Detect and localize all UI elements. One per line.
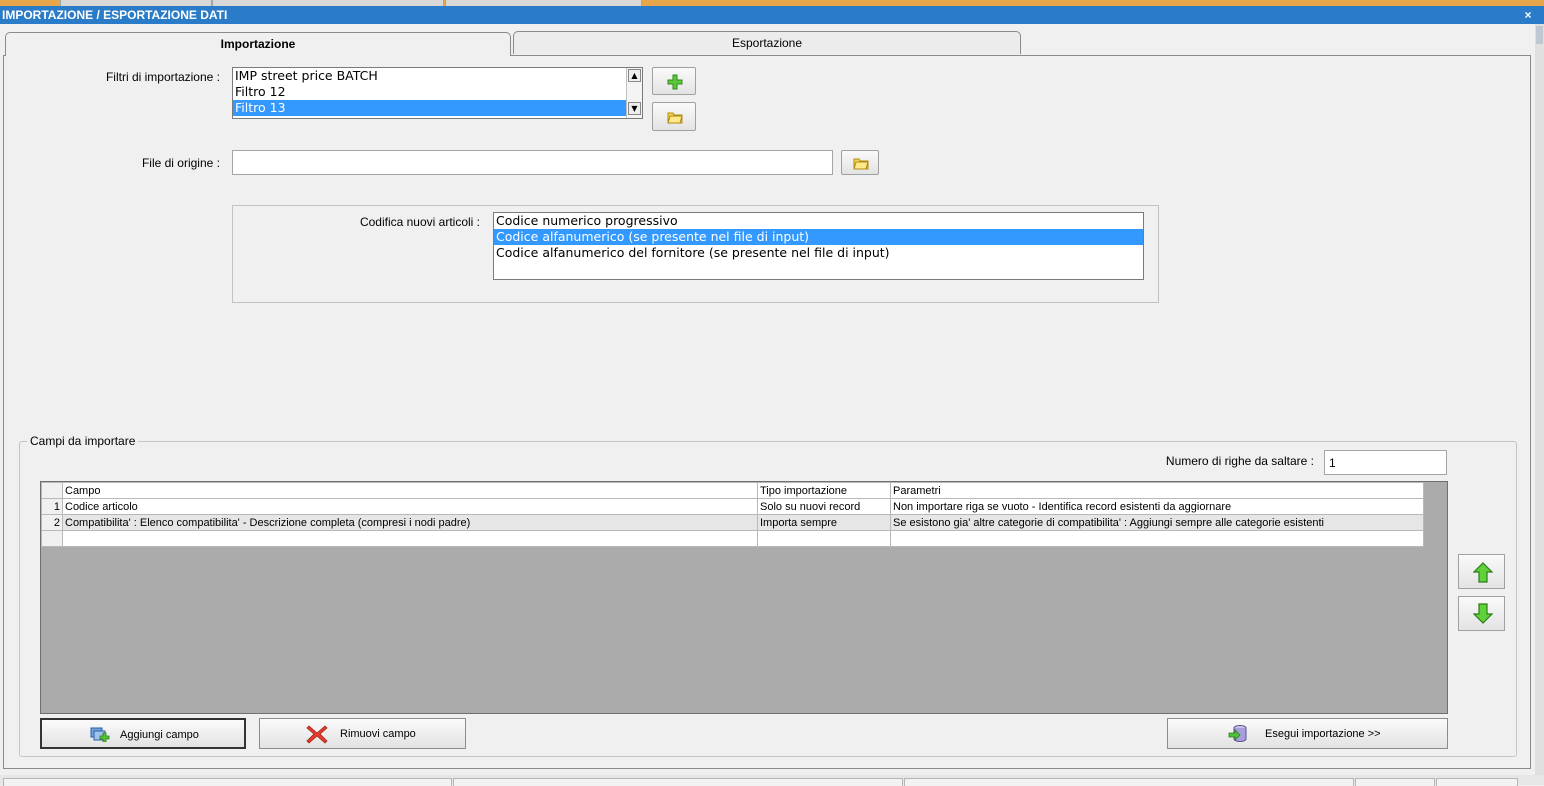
scroll-up-icon[interactable]: ▲ xyxy=(628,69,641,82)
fields-group-legend: Campi da importare xyxy=(27,434,139,448)
close-icon[interactable]: × xyxy=(1522,6,1534,24)
cell-tipo[interactable] xyxy=(757,530,891,547)
source-file-input[interactable] xyxy=(232,150,833,175)
arrow-down-icon xyxy=(1473,603,1493,624)
column-header-parametri[interactable]: Parametri xyxy=(890,482,1424,499)
run-import-label: Esegui importazione >> xyxy=(1265,728,1381,740)
row-number: 2 xyxy=(41,514,63,531)
column-header-tipo[interactable]: Tipo importazione xyxy=(757,482,891,499)
column-header-campo[interactable]: Campo xyxy=(62,482,758,499)
table-header-row: Campo Tipo importazione Parametri xyxy=(41,482,1424,499)
list-item-selected[interactable]: Filtro 13 xyxy=(233,100,626,116)
table-row[interactable]: 1 Codice articolo Solo su nuovi record N… xyxy=(41,498,1424,515)
add-field-button[interactable]: Aggiungi campo xyxy=(40,718,246,749)
cell-campo[interactable] xyxy=(62,530,758,547)
move-down-button[interactable] xyxy=(1458,596,1505,631)
cell-campo[interactable]: Codice articolo xyxy=(62,498,758,515)
outer-scrollbar[interactable] xyxy=(1535,24,1544,785)
list-item[interactable]: Codice numerico progressivo xyxy=(494,213,1143,229)
remove-x-icon xyxy=(306,725,328,744)
database-import-icon xyxy=(1228,725,1247,743)
fields-grid[interactable]: Campo Tipo importazione Parametri 1 Codi… xyxy=(40,481,1448,714)
run-import-button[interactable]: Esegui importazione >> xyxy=(1167,718,1448,749)
table-row-empty[interactable] xyxy=(41,530,1424,547)
cell-parametri[interactable]: Non importare riga se vuoto - Identifica… xyxy=(890,498,1424,515)
cell-tipo[interactable]: Importa sempre xyxy=(757,514,891,531)
browse-file-button[interactable] xyxy=(841,150,879,175)
skip-rows-input[interactable] xyxy=(1324,450,1447,475)
status-bar xyxy=(0,775,1544,786)
table-row[interactable]: 2 Compatibilita' : Elenco compatibilita'… xyxy=(41,514,1424,531)
tab-importazione[interactable]: Importazione xyxy=(5,32,511,56)
add-field-label: Aggiungi campo xyxy=(120,729,199,741)
coding-listbox[interactable]: Codice numerico progressivo Codice alfan… xyxy=(493,212,1144,280)
folder-icon xyxy=(853,158,869,170)
arrow-up-icon xyxy=(1473,562,1493,583)
cell-campo[interactable]: Compatibilita' : Elenco compatibilita' -… xyxy=(62,514,758,531)
cell-parametri[interactable] xyxy=(890,530,1424,547)
row-number xyxy=(41,530,63,547)
list-item[interactable]: IMP street price BATCH xyxy=(233,68,642,84)
row-number-header xyxy=(41,482,63,499)
filters-listbox[interactable]: IMP street price BATCH Filtro 12 Filtro … xyxy=(232,67,643,119)
move-up-button[interactable] xyxy=(1458,554,1505,589)
filters-label: Filtri di importazione : xyxy=(105,70,220,84)
cell-parametri[interactable]: Se esistono gia' altre categorie di comp… xyxy=(890,514,1424,531)
add-field-icon xyxy=(90,727,110,742)
list-item-selected[interactable]: Codice alfanumerico (se presente nel fil… xyxy=(494,229,1143,245)
fields-table: Campo Tipo importazione Parametri 1 Codi… xyxy=(41,482,1424,547)
coding-label: Codifica nuovi articoli : xyxy=(359,215,480,229)
skip-rows-label: Numero di righe da saltare : xyxy=(1165,454,1314,468)
source-file-label: File di origine : xyxy=(141,156,220,170)
list-item[interactable]: Codice alfanumerico del fornitore (se pr… xyxy=(494,245,1143,261)
window-title: IMPORTAZIONE / ESPORTAZIONE DATI xyxy=(2,8,228,22)
open-filter-button[interactable] xyxy=(652,102,696,131)
tab-esportazione[interactable]: Esportazione xyxy=(513,31,1021,54)
filters-scrollbar[interactable]: ▲ ▼ xyxy=(626,68,642,118)
row-number: 1 xyxy=(41,498,63,515)
scroll-down-icon[interactable]: ▼ xyxy=(628,102,641,115)
folder-icon xyxy=(667,112,683,124)
cell-tipo[interactable]: Solo su nuovi record xyxy=(757,498,891,515)
plus-icon xyxy=(667,74,683,90)
list-item[interactable]: Filtro 12 xyxy=(233,84,642,100)
window-title-bar: IMPORTAZIONE / ESPORTAZIONE DATI xyxy=(0,6,1544,24)
remove-field-button[interactable]: Rimuovi campo xyxy=(259,718,466,749)
add-filter-button[interactable] xyxy=(652,67,696,95)
remove-field-label: Rimuovi campo xyxy=(340,728,416,740)
